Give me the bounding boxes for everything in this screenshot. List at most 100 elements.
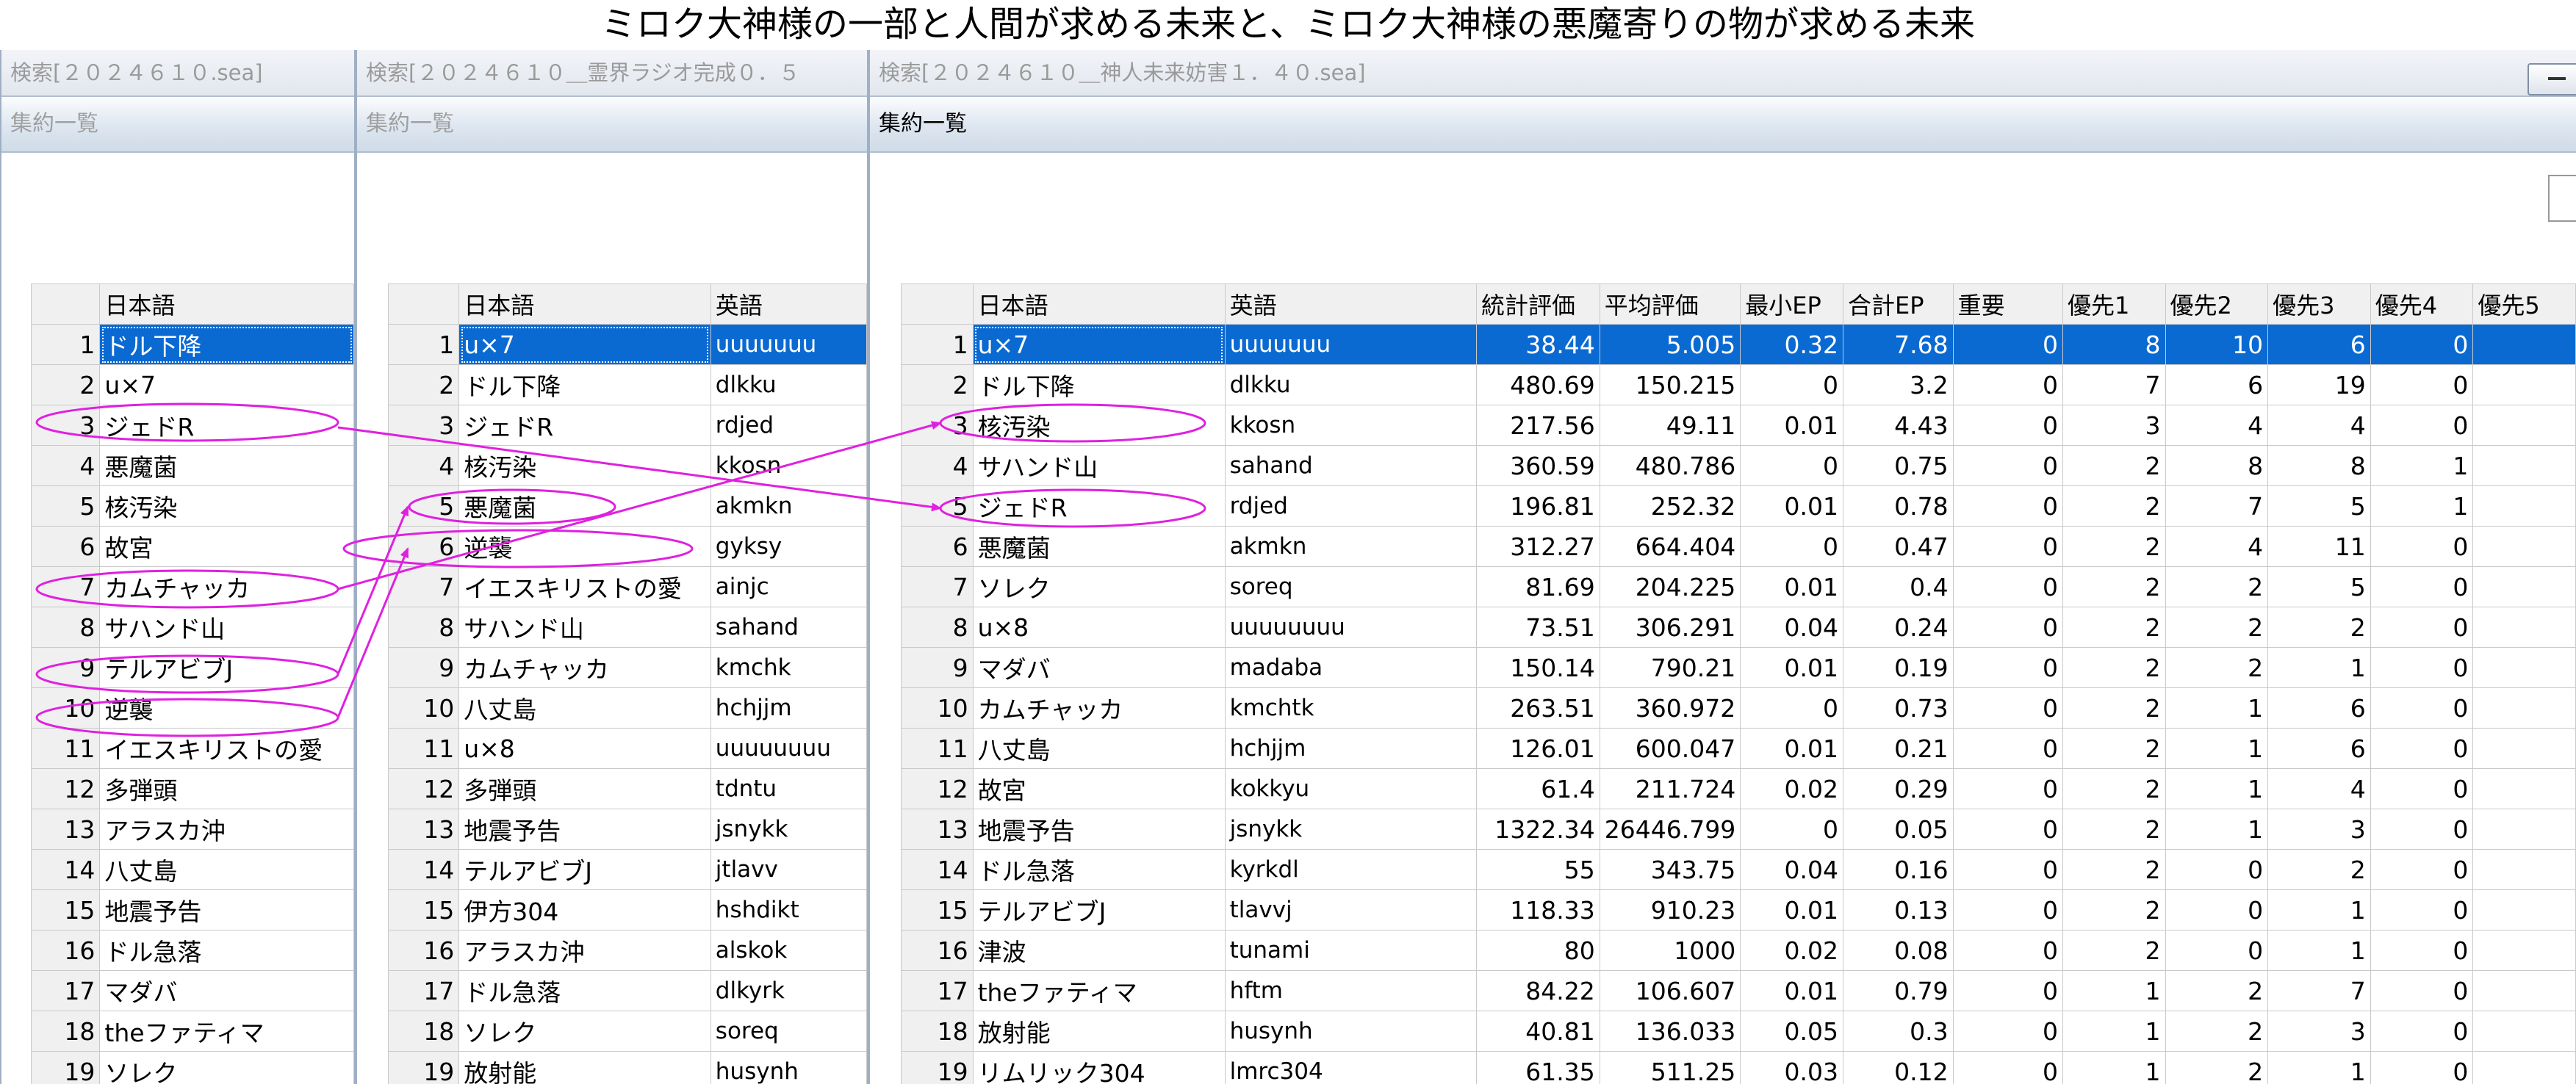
japanese-cell: ドル下降 xyxy=(972,364,1226,405)
table-row[interactable]: 14 テルアビブJ jtlavv xyxy=(387,849,867,890)
table-row[interactable]: 19 ソレク xyxy=(30,1051,354,1084)
column-header[interactable]: 日本語 xyxy=(972,283,1226,325)
english-cell: kkosn xyxy=(710,445,867,486)
table-row[interactable]: 6 故宮 xyxy=(30,526,354,567)
table-row[interactable]: 1 u×7 uuuuuuu xyxy=(387,324,867,365)
value-cell: 1 xyxy=(2370,445,2474,486)
table-row[interactable]: 10 逆襲 xyxy=(30,687,354,729)
search-window-3[interactable]: 検索[２０２４６１０＿神人未来妨害１．４０.sea] 集約一覧 日本語 英語 統計評… xyxy=(868,50,2576,1084)
value-cell: 1 xyxy=(2267,647,2371,688)
search-window-2[interactable]: 検索[２０２４６１０＿霊界ラジオ完成０．５ 集約一覧 日本語 英語 1 u×7 uuu… xyxy=(356,50,868,1084)
table-row[interactable]: 5 ジェドR rdjed 196.81 252.32 0.01 0.78 0 2 7 5 1 xyxy=(901,485,2576,527)
table-row[interactable]: 2 ドル下降 dlkku 480.69 150.215 0 3.2 0 7 6 19 0 xyxy=(901,364,2576,405)
value-cell: 1 xyxy=(2062,1051,2166,1084)
table-row[interactable]: 10 カムチャッカ kmchtk 263.51 360.972 0 0.73 0 2 1 6 0 xyxy=(901,687,2576,729)
table-row[interactable]: 17 マダバ xyxy=(30,970,354,1011)
table-row[interactable]: 14 ドル急落 kyrkdl 55 343.75 0.04 0.16 0 2 0 2 0 xyxy=(901,849,2576,890)
row-number: 12 xyxy=(901,768,974,809)
summary-table[interactable]: 日本語 英語 統計評価 平均評価 最小EP 合計EP 重要 優先1 優先2 優先3 優先4 優先5 1… xyxy=(901,283,2576,1084)
table-row[interactable]: 1 ドル下降 xyxy=(30,324,354,365)
value-cell: 0.01 xyxy=(1740,405,1843,446)
summary-list-header: 集約一覧 xyxy=(870,97,2576,153)
row-number: 6 xyxy=(901,526,974,567)
search-window-1[interactable]: 検索[２０２４６１０.sea] 集約一覧 日本語 1 ドル下降 2 u×7 3 ジェドR 4… xyxy=(0,50,356,1084)
minimize-button[interactable] xyxy=(2528,63,2576,95)
column-header[interactable]: 優先3 xyxy=(2267,283,2371,325)
table-row[interactable]: 15 地震予告 xyxy=(30,889,354,931)
table-row[interactable]: 18 theファティマ xyxy=(30,1011,354,1052)
table-row[interactable]: 8 サハンド山 xyxy=(30,607,354,648)
table-row[interactable]: 7 カムチャッカ xyxy=(30,566,354,607)
table-row[interactable]: 12 多弾頭 tdntu xyxy=(387,768,867,809)
table-row[interactable]: 4 核汚染 kkosn xyxy=(387,445,867,486)
table-row[interactable]: 3 ジェドR rdjed xyxy=(387,405,867,446)
table-row[interactable]: 19 リムリック304 lmrc304 61.35 511.25 0.03 0.12 0 1 2 1… xyxy=(901,1051,2576,1084)
value-cell: 0.04 xyxy=(1740,849,1843,890)
table-row[interactable]: 3 ジェドR xyxy=(30,405,354,446)
table-row[interactable]: 11 八丈島 hchjjm 126.01 600.047 0.01 0.21 0 2 1 6 0 xyxy=(901,728,2576,769)
table-row[interactable]: 5 核汚染 xyxy=(30,485,354,527)
value-cell: 0 xyxy=(1952,889,2063,931)
table-row[interactable]: 16 ドル急落 xyxy=(30,930,354,971)
table-row[interactable]: 10 八丈島 hchjjm xyxy=(387,687,867,729)
table-row[interactable]: 13 アラスカ沖 xyxy=(30,809,354,850)
column-header[interactable]: 優先2 xyxy=(2165,283,2269,325)
table-row[interactable]: 11 イエスキリストの愛 xyxy=(30,728,354,769)
table-row[interactable]: 13 地震予告 jsnykk 1322.34 26446.799 0 0.05 0 2 1 3 0 xyxy=(901,809,2576,850)
column-header[interactable]: 最小EP xyxy=(1740,283,1843,325)
value-cell: 2 xyxy=(2062,809,2166,850)
english-cell: kyrkdl xyxy=(1224,849,1477,890)
table-row[interactable]: 2 u×7 xyxy=(30,364,354,405)
value-cell: 0.4 xyxy=(1842,566,1954,607)
table-row[interactable]: 1 u×7 uuuuuuu 38.44 5.005 0.32 7.68 0 8 10 6 0 xyxy=(901,324,2576,365)
table-row[interactable]: 2 ドル下降 dlkku xyxy=(387,364,867,405)
row-number: 18 xyxy=(901,1011,974,1052)
value-cell: 204.225 xyxy=(1599,566,1741,607)
table-row[interactable]: 13 地震予告 jsnykk xyxy=(387,809,867,850)
summary-table[interactable]: 日本語 1 ドル下降 2 u×7 3 ジェドR 4 悪魔菌 5 核汚染 6 故宮 7 カムチャッカ 8 サハン… xyxy=(30,283,354,1084)
table-row[interactable]: 12 故宮 kokkyu 61.4 211.724 0.02 0.29 0 2 1 4 0 xyxy=(901,768,2576,809)
column-header[interactable]: 重要 xyxy=(1952,283,2063,325)
table-row[interactable]: 15 伊方304 hshdikt xyxy=(387,889,867,931)
table-row[interactable]: 9 マダバ madaba 150.14 790.21 0.01 0.19 0 2 2 1 0 xyxy=(901,647,2576,688)
table-row[interactable]: 15 テルアビブJ tlavvj 118.33 910.23 0.01 0.13 0 2 0 1 0 xyxy=(901,889,2576,931)
table-row[interactable]: 7 イエスキリストの愛 ainjc xyxy=(387,566,867,607)
table-row[interactable]: 4 サハンド山 sahand 360.59 480.786 0 0.75 0 2 8 8 1 xyxy=(901,445,2576,486)
column-header[interactable]: 日本語 xyxy=(458,283,711,325)
table-row[interactable]: 12 多弾頭 xyxy=(30,768,354,809)
table-row[interactable]: 7 ソレク soreq 81.69 204.225 0.01 0.4 0 2 2 5 0 xyxy=(901,566,2576,607)
table-row[interactable]: 18 ソレク soreq xyxy=(387,1011,867,1052)
value-cell: 6 xyxy=(2267,687,2371,729)
japanese-cell: ドル下降 xyxy=(458,364,711,405)
table-row[interactable]: 8 u×8 uuuuuuuu 73.51 306.291 0.04 0.24 0 2 2 2 0 xyxy=(901,607,2576,648)
table-row[interactable]: 16 津波 tunami 80 1000 0.02 0.08 0 2 0 1 0 xyxy=(901,930,2576,971)
table-row[interactable]: 17 ドル急落 dlkyrk xyxy=(387,970,867,1011)
column-header[interactable]: 優先1 xyxy=(2062,283,2166,325)
column-header[interactable]: 合計EP xyxy=(1842,283,1954,325)
column-header[interactable]: 平均評価 xyxy=(1599,283,1741,325)
table-row[interactable]: 18 放射能 husynh 40.81 136.033 0.05 0.3 0 1 2 3 0 xyxy=(901,1011,2576,1052)
panel-toggle-box[interactable] xyxy=(2548,175,2576,222)
summary-table[interactable]: 日本語 英語 1 u×7 uuuuuuu 2 ドル下降 dlkku 3 ジェドR rdjed 4 核汚… xyxy=(387,283,867,1084)
table-row[interactable]: 3 核汚染 kkosn 217.56 49.11 0.01 4.43 0 3 4 4 0 xyxy=(901,405,2576,446)
japanese-cell: 逆襲 xyxy=(99,687,354,729)
japanese-cell: サハンド山 xyxy=(972,445,1226,486)
column-header[interactable]: 優先5 xyxy=(2472,283,2576,325)
column-header[interactable]: 日本語 xyxy=(99,283,354,325)
column-header[interactable]: 優先4 xyxy=(2370,283,2474,325)
table-row[interactable]: 6 悪魔菌 akmkn 312.27 664.404 0 0.47 0 2 4 11 0 xyxy=(901,526,2576,567)
table-row[interactable]: 8 サハンド山 sahand xyxy=(387,607,867,648)
table-row[interactable]: 9 カムチャッカ kmchk xyxy=(387,647,867,688)
column-header[interactable]: 統計評価 xyxy=(1475,283,1600,325)
table-row[interactable]: 17 theファティマ hftm 84.22 106.607 0.01 0.79 0 1 2 7 0 xyxy=(901,970,2576,1011)
table-row[interactable]: 5 悪魔菌 akmkn xyxy=(387,485,867,527)
table-row[interactable]: 14 八丈島 xyxy=(30,849,354,890)
table-row[interactable]: 16 アラスカ沖 alskok xyxy=(387,930,867,971)
table-row[interactable]: 11 u×8 uuuuuuuu xyxy=(387,728,867,769)
column-header[interactable]: 英語 xyxy=(710,283,867,325)
table-row[interactable]: 19 放射能 husynh xyxy=(387,1051,867,1084)
table-row[interactable]: 9 テルアビブJ xyxy=(30,647,354,688)
column-header[interactable]: 英語 xyxy=(1224,283,1477,325)
table-row[interactable]: 6 逆襲 gyksy xyxy=(387,526,867,567)
table-row[interactable]: 4 悪魔菌 xyxy=(30,445,354,486)
